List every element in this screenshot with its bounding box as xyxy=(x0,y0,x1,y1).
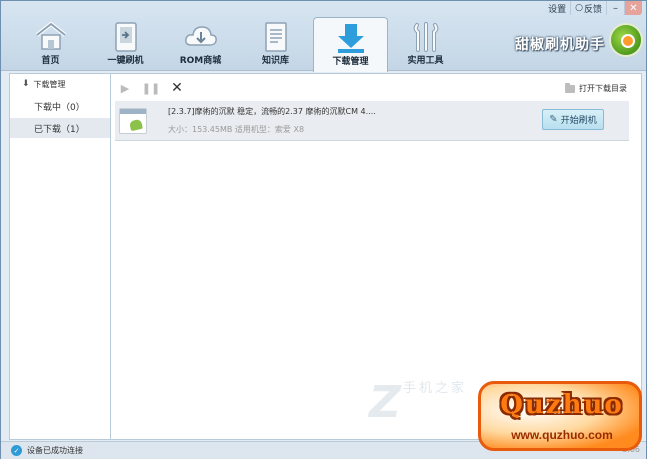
main-nav: 首页 一键刷机 ROM商城 知识库 下载管理 实用工具 xyxy=(13,17,463,72)
download-title: [2.3.7]摩術的沉默 稳定，流畅的2.37 摩術的沉默CM 4.... xyxy=(168,107,376,116)
toolbar: ▶ ❚❚ ✕ 打开下载目录 xyxy=(111,74,641,102)
open-download-folder-button[interactable]: 打开下载目录 xyxy=(565,82,627,94)
system-buttons: 设置 ○ 反馈 – ✕ xyxy=(544,1,642,15)
chat-icon: ○ xyxy=(575,3,583,13)
rom-package-icon xyxy=(119,108,147,134)
nav-utilities-label: 实用工具 xyxy=(407,56,444,66)
brand: 甜椒刷机助手 xyxy=(515,23,643,57)
download-meta: 大小：153.45MB 适用机型：索爱 X8 xyxy=(168,125,305,134)
flash-phone-icon xyxy=(114,22,137,52)
feedback-button[interactable]: ○ 反馈 xyxy=(570,1,606,15)
nav-home-label: 首页 xyxy=(41,56,60,66)
sidebar-header: ⬇ 下载管理 xyxy=(10,74,110,94)
flash-icon: ✎ xyxy=(549,114,558,125)
status-text: 设备已成功连接 xyxy=(27,446,83,455)
quzhuo-watermark: Quzhuo www.quzhuo.com xyxy=(478,381,642,451)
minimize-button[interactable]: – xyxy=(606,1,624,15)
start-flash-button[interactable]: ✎ 开始刷机 xyxy=(542,109,604,130)
nav-knowledge-base[interactable]: 知识库 xyxy=(238,17,313,71)
pepper-logo-icon xyxy=(609,23,643,57)
nav-download-manager-label: 下载管理 xyxy=(332,57,369,67)
nav-download-manager[interactable]: 下载管理 xyxy=(313,17,388,72)
watermark-text: 手机之家 xyxy=(403,381,468,396)
delete-button[interactable]: ✕ xyxy=(167,78,187,98)
feedback-label: 反馈 xyxy=(583,4,602,15)
brand-name: 甜椒刷机助手 xyxy=(515,37,605,53)
sidebar: ⬇ 下载管理 下载中（0） 已下载（1） xyxy=(9,73,111,440)
sidebar-item-downloading[interactable]: 下载中（0） xyxy=(10,96,110,116)
close-button[interactable]: ✕ xyxy=(624,1,642,15)
nav-home[interactable]: 首页 xyxy=(13,17,88,71)
sidebar-header-label: 下载管理 xyxy=(33,79,66,89)
sidebar-item-downloaded[interactable]: 已下载（1） xyxy=(10,118,110,138)
download-row[interactable]: [2.3.7]摩術的沉默 稳定，流畅的2.37 摩術的沉默CM 4.... 大小… xyxy=(115,101,629,141)
connected-check-icon: ✓ xyxy=(11,445,22,456)
nav-rom-store-label: ROM商城 xyxy=(179,56,222,66)
document-icon xyxy=(264,22,287,52)
nav-one-click-flash[interactable]: 一键刷机 xyxy=(88,17,163,71)
tools-icon xyxy=(413,22,438,52)
watermark-z-logo: Z xyxy=(369,377,401,428)
open-download-folder-label: 打开下载目录 xyxy=(579,84,627,93)
folder-icon xyxy=(565,82,575,93)
pause-button[interactable]: ❚❚ xyxy=(141,78,161,98)
top-bar: 设置 ○ 反馈 – ✕ 首页 一键刷机 ROM商城 知识库 下载管理 实用工具 … xyxy=(1,1,646,72)
settings-button[interactable]: 设置 xyxy=(544,1,570,15)
home-icon xyxy=(35,22,66,50)
nav-rom-store[interactable]: ROM商城 xyxy=(163,17,238,71)
play-button[interactable]: ▶ xyxy=(115,78,135,98)
app-window: 设置 ○ 反馈 – ✕ 首页 一键刷机 ROM商城 知识库 下载管理 实用工具 … xyxy=(0,0,647,459)
quzhuo-url: www.quzhuo.com xyxy=(511,428,613,442)
nav-knowledge-base-label: 知识库 xyxy=(261,56,289,66)
start-flash-label: 开始刷机 xyxy=(560,116,597,126)
download-icon xyxy=(337,24,364,53)
nav-utilities[interactable]: 实用工具 xyxy=(388,17,463,71)
quzhuo-logo-text: Quzhuo xyxy=(500,390,624,420)
cloud-download-icon xyxy=(184,26,217,46)
download-small-icon: ⬇ xyxy=(22,79,30,89)
nav-one-click-flash-label: 一键刷机 xyxy=(107,56,144,66)
